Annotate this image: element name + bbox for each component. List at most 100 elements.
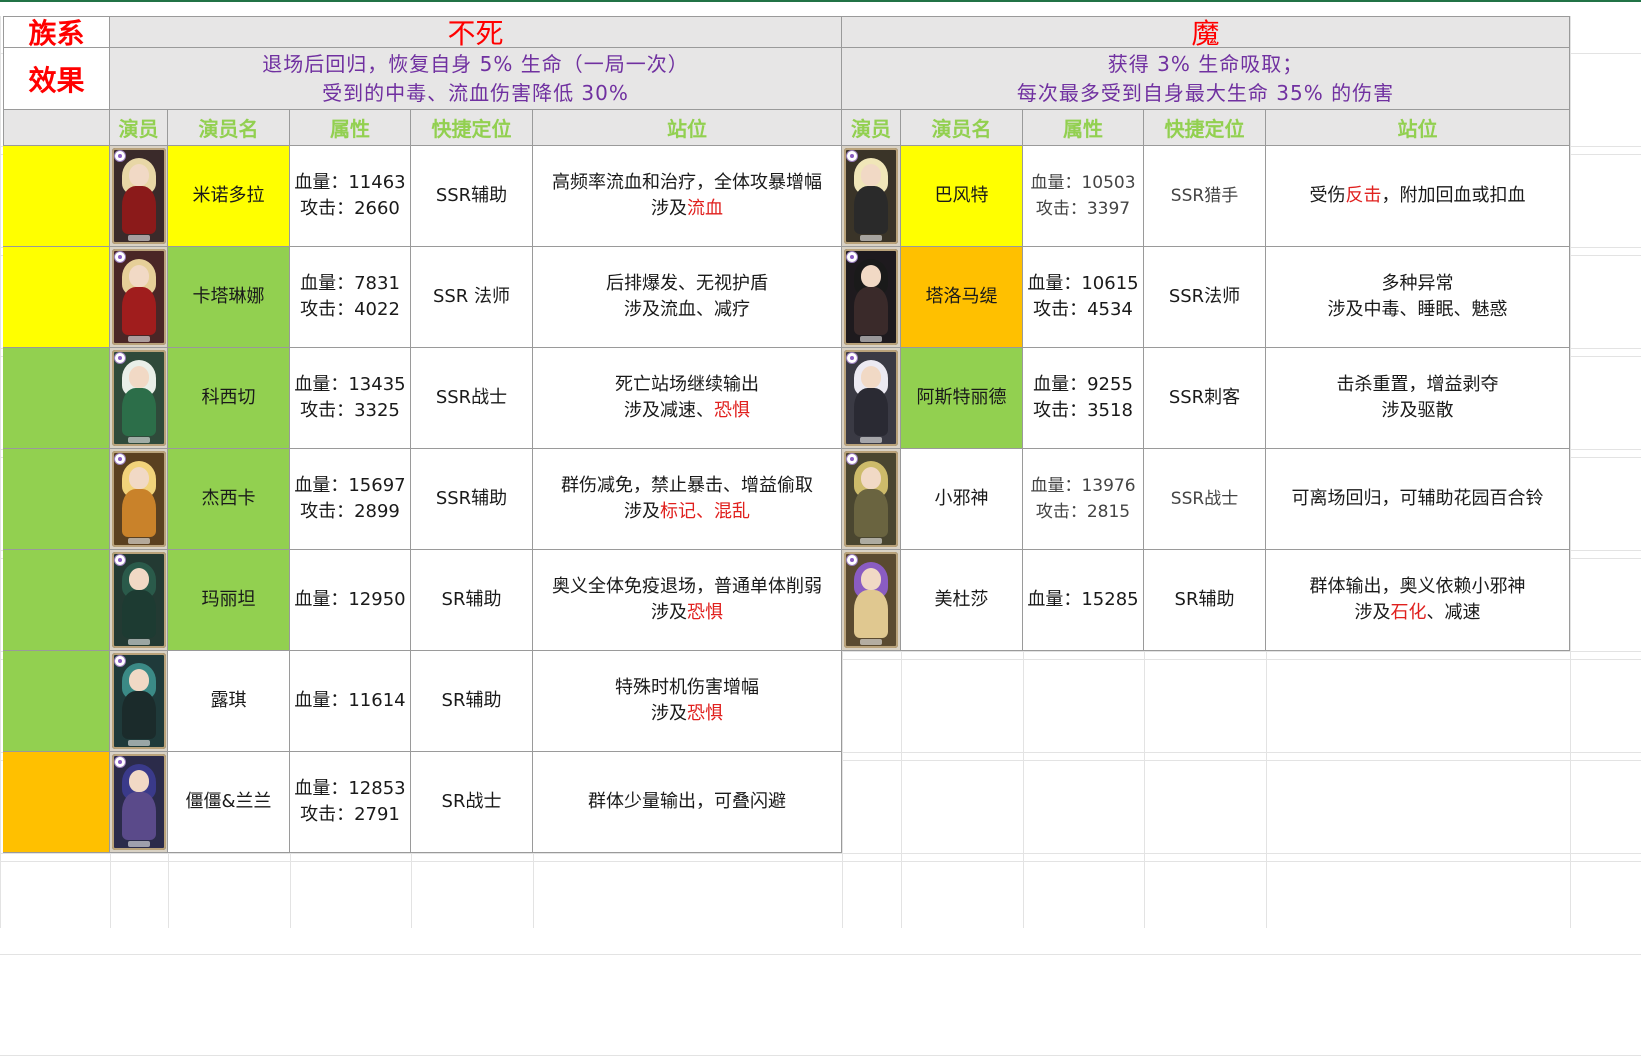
faction-color-cell[interactable]	[3, 449, 110, 550]
actor-attributes-cell[interactable]: 血量：11463 攻击：2660	[290, 146, 411, 247]
actor-role-cell[interactable]: SSR猎手	[1144, 146, 1266, 247]
actor-attributes-cell[interactable]: 血量：13976 攻击：2815	[1023, 449, 1144, 550]
actor-attributes-cell[interactable]: 血量：13435 攻击：3325	[290, 348, 411, 449]
cell-text: 血量：9255	[1033, 374, 1133, 395]
actor-role-cell[interactable]: SR战士	[411, 752, 533, 853]
faction-color-cell[interactable]	[3, 146, 110, 247]
actor-attributes-cell[interactable]: 血量：12853 攻击：2791	[290, 752, 411, 853]
faction-name[interactable]: 魔	[842, 16, 1570, 48]
actor-attributes-cell[interactable]: 血量：10503 攻击：3397	[1023, 146, 1144, 247]
actor-name-cell[interactable]: 僵僵&兰兰	[168, 752, 290, 853]
actor-name-cell[interactable]: 小邪神	[901, 449, 1023, 550]
column-header-role[interactable]: 快捷定位	[411, 110, 533, 146]
actor-role-cell[interactable]: SR辅助	[411, 651, 533, 752]
cell-text: 涉及	[624, 501, 660, 522]
actor-name-cell[interactable]: 巴风特	[901, 146, 1023, 247]
actor-role-cell[interactable]: SSR辅助	[411, 146, 533, 247]
actor-position-cell[interactable]: 特殊时机伤害增幅 涉及恐惧	[533, 651, 842, 752]
cell-text: 阿斯特丽德	[916, 387, 1007, 408]
column-header-role[interactable]: 快捷定位	[1144, 110, 1266, 146]
actor-portrait[interactable]	[110, 449, 168, 550]
actor-position-cell[interactable]: 击杀重置，增益剥夺 涉及驱散	[1266, 348, 1570, 449]
nameplate-icon	[860, 336, 882, 342]
column-header-actor-name[interactable]: 演员名	[901, 110, 1023, 146]
actor-name-cell[interactable]: 科西切	[168, 348, 290, 449]
column-header-attributes[interactable]: 属性	[1023, 110, 1144, 146]
actor-attributes-cell[interactable]: 血量：15697 攻击：2899	[290, 449, 411, 550]
faction-name[interactable]: 不死	[110, 16, 842, 48]
actor-role-cell[interactable]: SSR法师	[1144, 247, 1266, 348]
column-header-actor[interactable]: 演员	[110, 110, 168, 146]
faction-badge-icon	[847, 151, 857, 161]
faction-color-cell[interactable]	[3, 550, 110, 651]
actor-role-cell[interactable]: SSR 法师	[411, 247, 533, 348]
actor-position-cell[interactable]: 后排爆发、无视护盾 涉及流血、减疗	[533, 247, 842, 348]
actor-attributes-cell[interactable]: 血量：11614	[290, 651, 411, 752]
column-header-actor[interactable]: 演员	[842, 110, 901, 146]
actor-role-cell[interactable]: SR辅助	[1144, 550, 1266, 651]
actor-role-cell[interactable]: SSR战士	[411, 348, 533, 449]
faction-effect[interactable]: 退场后回归，恢复自身 5% 生命（一局一次） 受到的中毒、流血伤害降低 30%	[110, 48, 842, 110]
actor-portrait[interactable]	[110, 146, 168, 247]
actor-portrait[interactable]	[842, 449, 901, 550]
actor-position-cell[interactable]: 受伤反击，附加回血或扣血	[1266, 146, 1570, 247]
actor-position-cell[interactable]: 高频率流血和治疗，全体攻暴增幅 涉及流血	[533, 146, 842, 247]
actor-portrait[interactable]	[842, 146, 901, 247]
actor-attributes-cell[interactable]: 血量：10615 攻击：4534	[1023, 247, 1144, 348]
actor-name-cell[interactable]: 米诺多拉	[168, 146, 290, 247]
actor-role-cell[interactable]: SSR辅助	[411, 449, 533, 550]
actor-name-cell[interactable]: 玛丽坦	[168, 550, 290, 651]
actor-attributes-cell[interactable]: 血量：7831 攻击：4022	[290, 247, 411, 348]
faction-badge-icon	[114, 151, 125, 161]
stats-text: 血量：7831 攻击：4022	[300, 271, 400, 323]
actor-attributes-cell[interactable]: 血量：15285	[1023, 550, 1144, 651]
actor-role-cell[interactable]: SSR战士	[1144, 449, 1266, 550]
blank-header-cell[interactable]	[3, 110, 110, 146]
column-header-actor-name[interactable]: 演员名	[168, 110, 290, 146]
actor-position-cell[interactable]: 多种异常 涉及中毒、睡眠、魅惑	[1266, 247, 1570, 348]
actor-position-cell[interactable]: 死亡站场继续输出 涉及减速、恐惧	[533, 348, 842, 449]
actor-role-cell[interactable]: SSR刺客	[1144, 348, 1266, 449]
actor-position-cell[interactable]: 群伤减免，禁止暴击、增益偷取 涉及标记、混乱	[533, 449, 842, 550]
cell-text: 巴风特	[934, 185, 989, 206]
faction-row-label[interactable]: 族系	[3, 16, 110, 48]
faction-effect[interactable]: 获得 3% 生命吸取； 每次最多受到自身最大生命 35% 的伤害	[842, 48, 1570, 110]
actor-position-cell[interactable]: 可离场回归，可辅助花园百合铃	[1266, 449, 1570, 550]
actor-portrait[interactable]	[110, 348, 168, 449]
actor-position-cell[interactable]: 群体输出，奥义依赖小邪神 涉及石化、减速	[1266, 550, 1570, 651]
actor-attributes-cell[interactable]: 血量：12950	[290, 550, 411, 651]
actor-portrait[interactable]	[110, 651, 168, 752]
actor-position-cell[interactable]: 群体少量输出，可叠闪避	[533, 752, 842, 853]
effect-row-label[interactable]: 效果	[3, 48, 110, 110]
actor-portrait[interactable]	[842, 247, 901, 348]
actor-name-cell[interactable]: 美杜莎	[901, 550, 1023, 651]
column-header-position[interactable]: 站位	[1266, 110, 1570, 146]
cell-text: 小邪神	[934, 488, 989, 509]
actor-name-cell[interactable]: 塔洛马缇	[901, 247, 1023, 348]
actor-name-cell[interactable]: 卡塔琳娜	[168, 247, 290, 348]
portrait-face	[128, 669, 149, 691]
actor-name-cell[interactable]: 露琪	[168, 651, 290, 752]
column-header-attributes[interactable]: 属性	[290, 110, 411, 146]
actor-role-cell[interactable]: SR辅助	[411, 550, 533, 651]
actor-portrait[interactable]	[110, 247, 168, 348]
faction-color-cell[interactable]	[3, 651, 110, 752]
column-header-position[interactable]: 站位	[533, 110, 842, 146]
actor-name-cell[interactable]: 杰西卡	[168, 449, 290, 550]
cell-line: 退场后回归，恢复自身 5% 生命（一局一次）	[262, 50, 688, 79]
actor-position-cell[interactable]: 奥义全体免疫退场，普通单体削弱 涉及恐惧	[533, 550, 842, 651]
faction-badge-icon	[847, 454, 857, 464]
effect-text: 获得 3% 生命吸取； 每次最多受到自身最大生命 35% 的伤害	[1017, 50, 1394, 108]
actor-portrait[interactable]	[842, 550, 901, 651]
faction-color-cell[interactable]	[3, 247, 110, 348]
faction-color-cell[interactable]	[3, 752, 110, 853]
faction-color-cell[interactable]	[3, 348, 110, 449]
actor-portrait[interactable]	[110, 752, 168, 853]
actor-portrait[interactable]	[110, 550, 168, 651]
actor-name-cell[interactable]: 阿斯特丽德	[901, 348, 1023, 449]
actor-attributes-cell[interactable]: 血量：9255 攻击：3518	[1023, 348, 1144, 449]
cell-line: 攻击：2815	[1030, 499, 1135, 525]
stats-text: 血量：13435 攻击：3325	[294, 372, 405, 424]
cell-line: 涉及标记、混乱	[561, 499, 813, 525]
actor-portrait[interactable]	[842, 348, 901, 449]
